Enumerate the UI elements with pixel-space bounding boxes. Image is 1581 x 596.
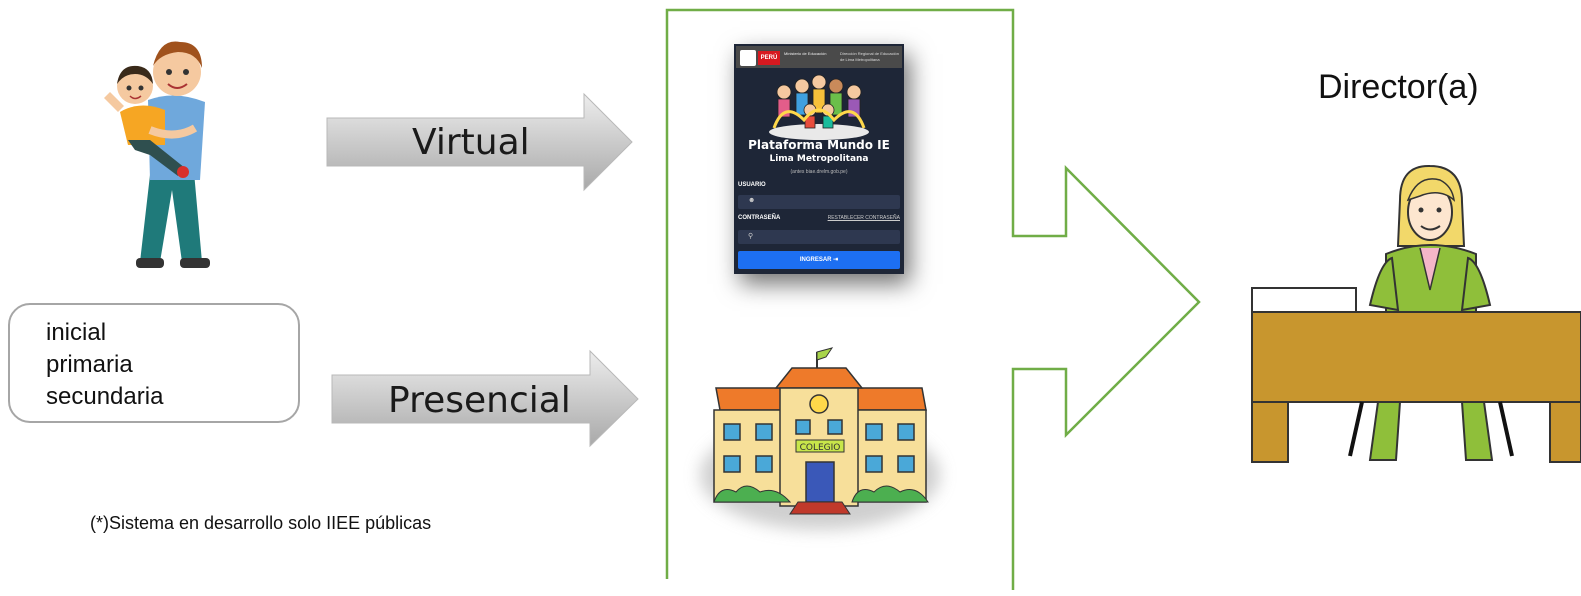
level-primaria: primaria — [46, 351, 133, 378]
password-field[interactable]: ⚲ — [738, 230, 900, 244]
key-icon: ⚲ — [748, 233, 754, 240]
level-inicial: inicial — [46, 319, 107, 346]
user-icon: ☻ — [748, 197, 756, 204]
platform-screenshot: PERÚ Ministerio de Educación Dirección R… — [734, 44, 904, 274]
director-illustration — [1251, 164, 1581, 463]
school-illustration: COLEGIO — [700, 347, 940, 530]
peru-badge: PERÚ — [758, 51, 780, 65]
platform-title: Plataforma Mundo IE — [748, 138, 890, 152]
platform-topbar: PERÚ Ministerio de Educación Dirección R… — [736, 46, 902, 68]
shield-logo-icon — [740, 50, 756, 66]
school-sign-text: COLEGIO — [800, 443, 841, 453]
director-title: Director(a) — [1318, 68, 1479, 106]
reset-password-link[interactable]: RESTABLECER CONTRASEÑA — [828, 215, 900, 221]
virtual-label: Virtual — [412, 122, 530, 163]
platform-formerly: (antes biae.drelm.gob.pe) — [790, 169, 848, 175]
ministry-text: Ministerio de Educación — [784, 51, 827, 56]
user-field[interactable]: ☻ — [738, 195, 900, 209]
login-button[interactable]: INGRESAR ⇥ — [738, 251, 900, 269]
education-levels-box: inicial primaria secundaria — [8, 303, 300, 423]
parent-with-child-illustration — [104, 41, 210, 268]
level-secundaria: secundaria — [46, 383, 164, 410]
dre-text: Dirección Regional de Educación de Lima … — [840, 51, 899, 62]
footnote: (*)Sistema en desarrollo solo IIEE públi… — [90, 513, 432, 533]
children-group-icon — [769, 74, 869, 140]
password-label: CONTRASEÑA — [738, 215, 781, 221]
platform-subtitle: Lima Metropolitana — [769, 154, 869, 164]
user-label: USUARIO — [738, 182, 766, 188]
presencial-label: Presencial — [388, 380, 571, 421]
